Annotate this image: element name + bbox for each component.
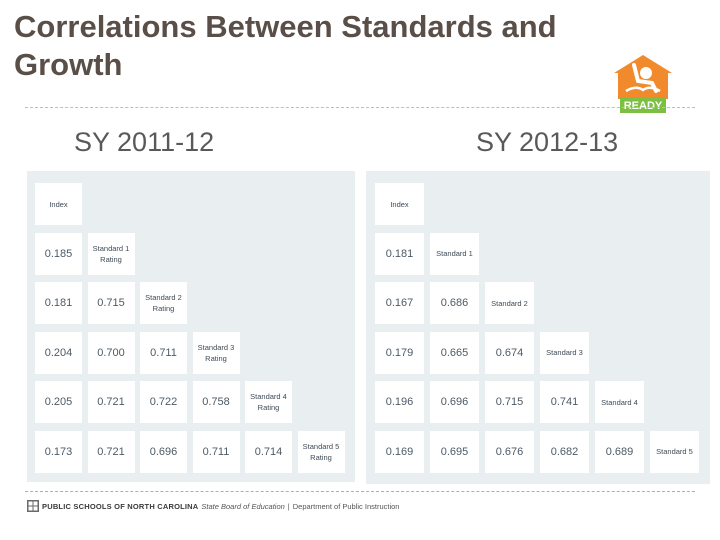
variable-label-cell: Standard 1 Rating bbox=[87, 232, 135, 275]
nc-seal-icon bbox=[27, 500, 39, 512]
footer-department: Department of Public Instruction bbox=[292, 501, 400, 511]
correlation-value-cell: 0.185 bbox=[35, 232, 82, 275]
footer-separator: | bbox=[287, 501, 290, 511]
correlation-value-cell: 0.181 bbox=[35, 282, 82, 324]
footer-board: State Board of Education bbox=[201, 501, 285, 511]
top-divider bbox=[25, 107, 695, 108]
correlation-value-cell: 0.721 bbox=[87, 430, 135, 473]
correlation-value-cell: 0.711 bbox=[192, 430, 240, 473]
correlation-value-cell: 0.689 bbox=[595, 430, 644, 473]
correlation-value-cell: 0.700 bbox=[87, 331, 135, 374]
variable-label-cell: Standard 3 Rating bbox=[192, 331, 240, 374]
variable-label-cell: Index bbox=[375, 183, 424, 225]
correlation-value-cell: 0.682 bbox=[540, 430, 589, 473]
correlation-value-cell: 0.169 bbox=[375, 430, 424, 473]
correlation-value-cell: 0.722 bbox=[140, 381, 187, 423]
correlation-value-cell: 0.181 bbox=[375, 232, 424, 275]
correlation-value-cell: 0.696 bbox=[430, 381, 479, 423]
footer: PUBLIC SCHOOLS OF NORTH CAROLINA State B… bbox=[27, 498, 399, 514]
correlation-panel-2011-12: Index Standard 1 Rating Standard 2 Rating S… bbox=[27, 171, 355, 482]
correlation-value-cell: 0.674 bbox=[485, 331, 534, 374]
year-label-left: SY 2011-12 bbox=[74, 127, 215, 157]
correlation-value-cell: 0.715 bbox=[87, 282, 135, 324]
correlation-value-cell: 0.714 bbox=[245, 430, 292, 473]
correlation-value-cell: 0.696 bbox=[140, 430, 187, 473]
correlation-value-cell: 0.205 bbox=[35, 381, 82, 423]
correlation-value-cell: 0.721 bbox=[87, 381, 135, 423]
correlation-value-cell: 0.196 bbox=[375, 381, 424, 423]
correlation-value-cell: 0.204 bbox=[35, 331, 82, 374]
variable-label-cell: Standard 4 bbox=[595, 381, 644, 423]
slide-title: Correlations Between Standards and Growt… bbox=[14, 9, 557, 82]
logo-label: READY bbox=[624, 100, 663, 112]
variable-label-cell: Index bbox=[35, 183, 82, 225]
correlation-value-cell: 0.695 bbox=[430, 430, 479, 473]
variable-label-cell: Standard 2 Rating bbox=[140, 282, 187, 324]
correlation-panel-2012-13: Index Standard 1 Standard 2 Standard 3 Stand… bbox=[366, 171, 710, 484]
correlation-value-cell: 0.167 bbox=[375, 282, 424, 324]
correlation-value-cell: 0.676 bbox=[485, 430, 534, 473]
correlation-value-cell: 0.665 bbox=[430, 331, 479, 374]
correlation-value-cell: 0.741 bbox=[540, 381, 589, 423]
correlation-value-cell: 0.758 bbox=[192, 381, 240, 423]
variable-label-cell: Standard 1 bbox=[430, 232, 479, 275]
variable-label-cell: Standard 4 Rating bbox=[245, 381, 292, 423]
correlation-value-cell: 0.711 bbox=[140, 331, 187, 374]
correlation-value-cell: 0.686 bbox=[430, 282, 479, 324]
year-label-right: SY 2012-13 bbox=[476, 127, 619, 157]
correlation-value-cell: 0.173 bbox=[35, 430, 82, 473]
correlation-value-cell: 0.179 bbox=[375, 331, 424, 374]
variable-label-cell: Standard 3 bbox=[540, 331, 589, 374]
variable-label-cell: Standard 2 bbox=[485, 282, 534, 324]
variable-label-cell: Standard 5 bbox=[650, 430, 699, 473]
ready-logo-icon: READY bbox=[614, 55, 672, 113]
variable-label-cell: Standard 5 Rating bbox=[297, 430, 345, 473]
footer-org: PUBLIC SCHOOLS OF NORTH CAROLINA bbox=[42, 501, 199, 511]
bottom-divider bbox=[25, 491, 695, 492]
correlation-value-cell: 0.715 bbox=[485, 381, 534, 423]
